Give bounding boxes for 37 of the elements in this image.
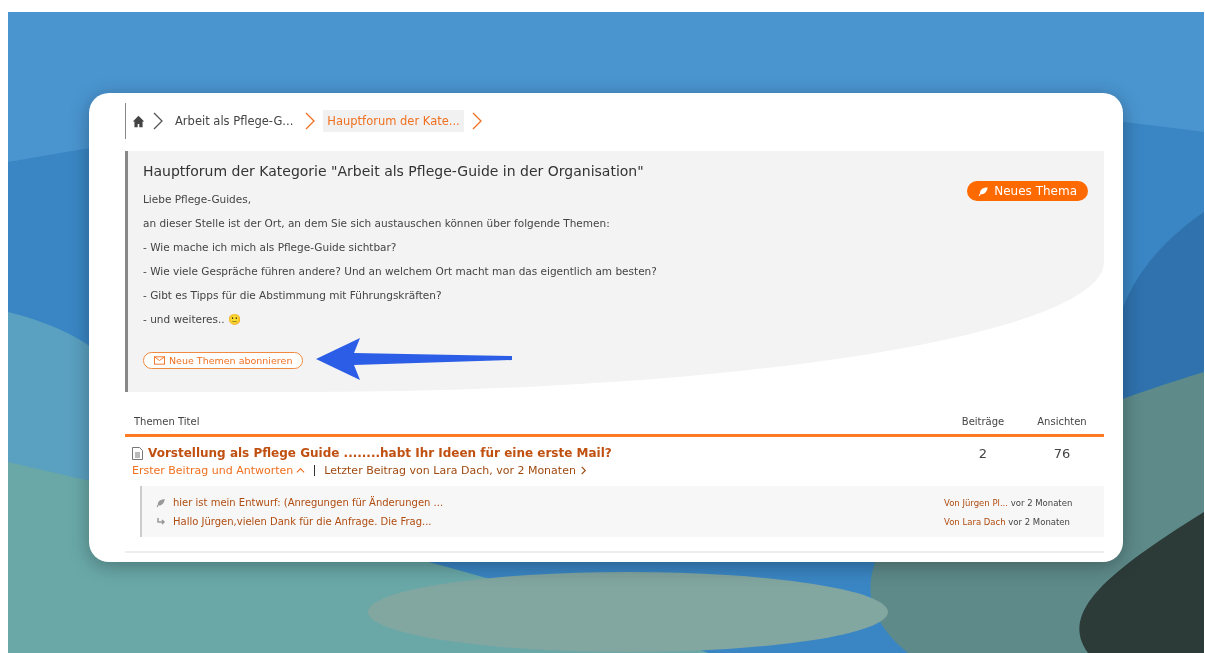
document-icon — [132, 446, 143, 460]
chevron-up-icon — [296, 466, 306, 475]
separator-line — [314, 465, 316, 476]
expand-link[interactable]: Erster Beitrag und Antworten — [132, 464, 306, 477]
chevron-icon — [578, 466, 588, 475]
author-link[interactable]: Von Lara Dach — [944, 516, 1006, 527]
leaf-icon — [156, 497, 166, 508]
description-line: - Wie viele Gespräche führen andere? Und an welchem Ort macht man das eigentlich am besten? — [143, 265, 657, 277]
post-time: vor 2 Monaten — [1010, 497, 1073, 508]
chevron-icon — [153, 112, 163, 130]
category-title: Hauptforum der Kategorie "Arbeit als Pflege-Guide in der Organisation" — [143, 163, 645, 179]
home-icon[interactable] — [132, 114, 145, 128]
chevron-icon — [471, 112, 482, 130]
subscribe-button[interactable]: Neue Themen abonnieren — [143, 352, 304, 369]
column-header: Beiträge — [960, 416, 1006, 427]
topic-title-link[interactable]: Vorstellung als Pflege Guide ........habt Ihr Ideen für eine erste Mail? — [148, 446, 612, 460]
last-post-link[interactable]: Letzter Beitrag von Lara Dach, vor 2 Monaten — [324, 464, 588, 477]
breadcrumb-link[interactable]: Hauptforum der Kate... — [323, 110, 464, 132]
leaf-icon — [978, 185, 990, 197]
description-line: - Wie mache ich mich als Pflege-Guide sichtbar? — [143, 241, 398, 253]
description-line: - Gibt es Tipps für die Abstimmung mit Führungskräften? — [143, 289, 443, 301]
column-header: Ansichten — [1036, 416, 1088, 427]
breadcrumb-link[interactable]: Arbeit als Pflege-G... — [171, 110, 298, 132]
post-excerpt-link[interactable]: hier ist mein Entwurf: (Anregungen für Änderungen ... — [173, 497, 937, 508]
reply-arrow-icon — [156, 516, 166, 527]
description-line: an dieser Stelle ist der Ort, an dem Sie sich austauschen können über folgende Themen: — [143, 217, 611, 229]
envelope-icon — [154, 356, 165, 365]
posts-count: 2 — [977, 446, 989, 463]
description-line: - und weiteres.. 🙂 — [143, 313, 242, 326]
chevron-icon — [305, 112, 316, 130]
column-header: Themen Titel — [134, 416, 200, 427]
post-excerpt-link[interactable]: Hallo Jürgen,vielen Dank für die Anfrage. Die Frag... — [173, 516, 937, 527]
author-link[interactable]: Von Jürgen Pl... — [944, 497, 1008, 508]
new-topic-button[interactable]: Neues Thema — [967, 181, 1088, 201]
description-line: Liebe Pflege-Guides, — [143, 193, 253, 205]
views-count: 76 — [1052, 446, 1072, 463]
post-time: vor 2 Monaten — [1008, 516, 1070, 527]
